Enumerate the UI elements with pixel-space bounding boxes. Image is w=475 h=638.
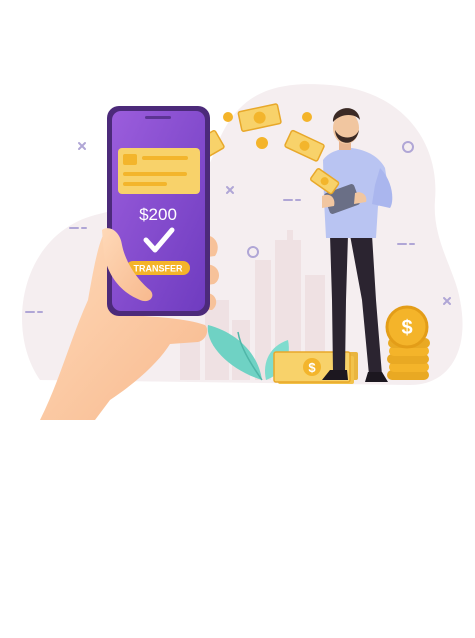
card-icon [118, 148, 200, 194]
dollar-coin-icon [256, 137, 268, 149]
money-transfer-illustration: $ $ $200 TRANSFER [22, 84, 463, 420]
dollar-coin-icon: $ [385, 305, 429, 349]
dollar-coin-icon [223, 112, 233, 122]
svg-text:$: $ [308, 360, 316, 375]
transfer-button[interactable]: TRANSFER [126, 261, 190, 275]
transfer-amount: $200 [139, 205, 177, 224]
smartphone: $200 TRANSFER [102, 106, 210, 316]
transfer-button-label: TRANSFER [134, 264, 183, 274]
dollar-coin-icon [302, 112, 312, 122]
coin-stack: $ [385, 305, 430, 380]
svg-text:$: $ [401, 317, 412, 339]
